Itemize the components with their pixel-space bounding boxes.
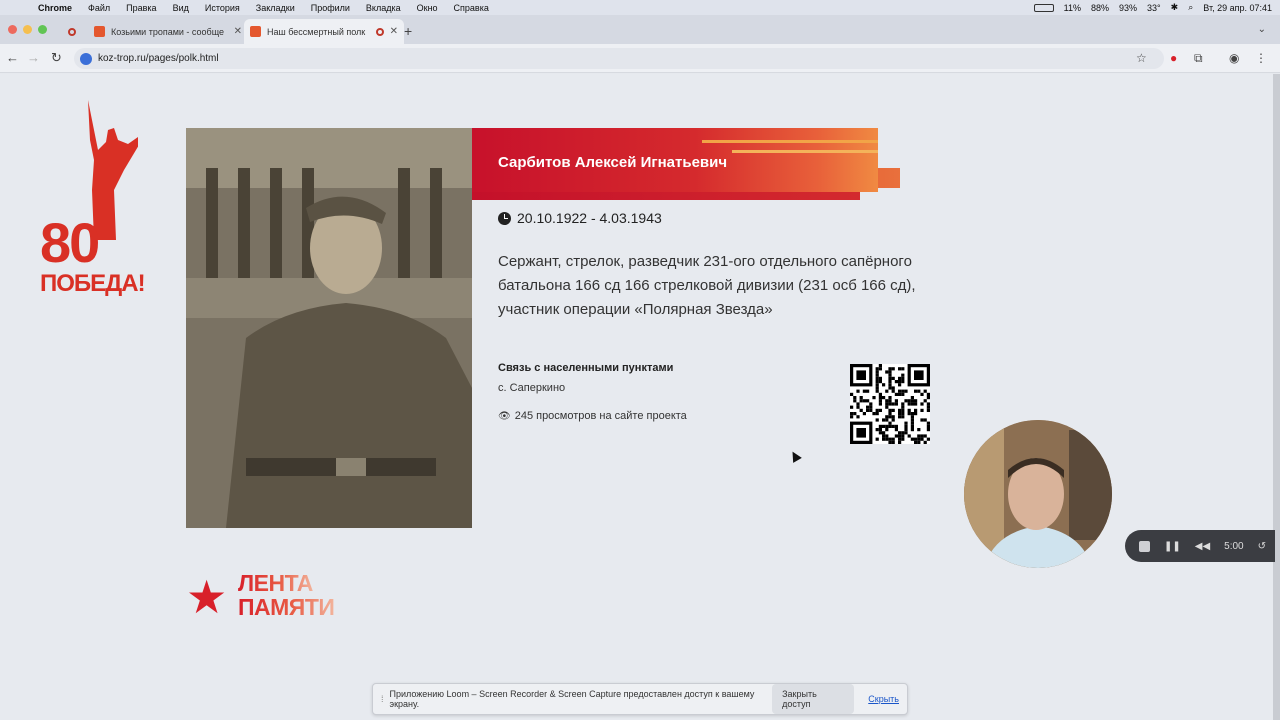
logo-word: ПОБЕДА! bbox=[40, 270, 146, 297]
site-favicon-icon bbox=[94, 26, 105, 37]
battery-status-1[interactable]: 88% bbox=[1091, 3, 1109, 13]
views-counter: 👁 245 просмотров на сайте проекта bbox=[498, 410, 687, 422]
red-star-icon: ★ bbox=[186, 571, 228, 623]
site-info-icon[interactable] bbox=[80, 52, 92, 65]
loom-webcam-bubble[interactable] bbox=[964, 420, 1112, 568]
pause-icon[interactable]: ❚❚ bbox=[1164, 541, 1181, 552]
lenta-logo-line1: ЛЕНТА bbox=[238, 570, 313, 596]
back-arrow-icon[interactable]: ← bbox=[6, 50, 19, 65]
menu-app-chrome[interactable]: Chrome bbox=[30, 3, 80, 13]
drag-handle-icon[interactable]: ⁞ bbox=[381, 694, 384, 704]
dates-text: 20.10.1922 - 4.03.1943 bbox=[517, 210, 662, 226]
display-icon[interactable] bbox=[1033, 3, 1054, 12]
minimize-window-button[interactable] bbox=[23, 25, 32, 34]
logo-number: 80 bbox=[40, 211, 100, 274]
settlement-link[interactable]: с. Саперкино bbox=[498, 382, 565, 394]
hide-link[interactable]: Скрыть bbox=[868, 694, 899, 704]
share-message: Приложению Loom – Screen Recorder & Scre… bbox=[389, 689, 755, 709]
menu-window[interactable]: Окно bbox=[409, 3, 446, 13]
soldier-photo-image bbox=[186, 128, 472, 528]
clock-datetime[interactable]: Вт, 29 апр. 07:41 bbox=[1203, 3, 1272, 13]
menu-file[interactable]: Файл bbox=[80, 3, 118, 13]
qr-code-image bbox=[850, 364, 930, 444]
menu-view[interactable]: Вид bbox=[165, 3, 197, 13]
tab-immortal-regiment[interactable]: Наш бессмертный полк ✕ bbox=[244, 19, 404, 44]
cpu-status[interactable]: 11% bbox=[1064, 3, 1081, 13]
menu-edit[interactable]: Правка bbox=[118, 3, 164, 13]
life-dates: 20.10.1922 - 4.03.1943 bbox=[498, 210, 662, 226]
tab-search-chevron-icon[interactable]: ⌄ bbox=[1258, 24, 1266, 35]
recording-icon bbox=[68, 27, 76, 36]
menu-help[interactable]: Справка bbox=[446, 3, 497, 13]
menu-bookmarks[interactable]: Закладки bbox=[248, 3, 303, 13]
restart-icon[interactable]: ↺ bbox=[1258, 541, 1266, 552]
reload-icon[interactable]: ↻ bbox=[51, 50, 62, 66]
menu-profiles[interactable]: Профили bbox=[303, 3, 358, 13]
search-icon[interactable]: ⌕ bbox=[1188, 2, 1193, 13]
stop-recording-button[interactable] bbox=[1139, 540, 1150, 552]
tab-koz-trop-community[interactable]: Козьими тропами - сообще ✕ bbox=[88, 19, 248, 44]
tab-title: Козьими тропами - сообще bbox=[111, 26, 225, 37]
address-bar[interactable]: koz-trop.ru/pages/polk.html bbox=[74, 48, 1164, 69]
zoom-window-button[interactable] bbox=[38, 25, 47, 34]
close-tab-icon[interactable]: ✕ bbox=[234, 26, 242, 37]
loom-timer: 5:00 bbox=[1224, 540, 1244, 552]
lenta-pamyati-logo[interactable]: ★ ЛЕНТА ПАМЯТИ bbox=[186, 570, 356, 623]
loom-recording-controls: ❚❚ ◀◀ 5:00 ↺ bbox=[1125, 530, 1275, 562]
forward-arrow-icon[interactable]: → bbox=[27, 50, 40, 65]
browser-toolbar: ← → ↻ koz-trop.ru/pages/polk.html ☆ ● ⧉ … bbox=[0, 44, 1280, 73]
new-tab-plus-icon[interactable]: + bbox=[404, 23, 412, 39]
rewind-icon[interactable]: ◀◀ bbox=[1195, 541, 1210, 552]
eye-icon: 👁 bbox=[498, 410, 511, 422]
macos-menu-bar: Chrome Файл Правка Вид История Закладки … bbox=[0, 0, 1280, 15]
screen-share-notification: ⁞ Приложению Loom – Screen Recorder & Sc… bbox=[372, 683, 908, 715]
stop-sharing-button[interactable]: Закрыть доступ bbox=[772, 684, 855, 714]
menu-tab[interactable]: Вкладка bbox=[358, 3, 409, 13]
clock-icon bbox=[498, 211, 511, 225]
bluetooth-icon[interactable]: ✱ bbox=[1171, 2, 1179, 13]
more-menu-icon[interactable]: ⋮ bbox=[1255, 51, 1267, 65]
webcam-image bbox=[964, 420, 1112, 568]
person-name: Сарбитов Алексей Игнатьевич bbox=[498, 154, 728, 171]
settlements-heading: Связь с населенными пунктами bbox=[498, 362, 674, 374]
status-area: 11% 88% 93% 33° ✱ ⌕ Вт, 29 апр. 07:41 bbox=[1033, 0, 1272, 15]
name-banner: Сарбитов Алексей Игнатьевич bbox=[472, 128, 900, 200]
recording-icon bbox=[375, 27, 384, 36]
browser-tab-strip: Козьими тропами - сообще ✕ Наш бессмертн… bbox=[0, 15, 1280, 44]
extension-record-icon[interactable]: ● bbox=[1170, 51, 1177, 65]
url-text[interactable]: koz-trop.ru/pages/polk.html bbox=[98, 53, 219, 64]
tab-title: Наш бессмертный полк bbox=[267, 26, 366, 37]
views-text: 245 просмотров на сайте проекта bbox=[514, 410, 687, 422]
qr-code bbox=[850, 364, 930, 444]
extensions-puzzle-icon[interactable]: ⧉ bbox=[1194, 51, 1203, 66]
person-bio: Сержант, стрелок, разведчик 231-ого отде… bbox=[498, 253, 916, 318]
temperature-status[interactable]: 33° bbox=[1147, 3, 1161, 13]
site-favicon-icon bbox=[250, 26, 261, 37]
window-controls bbox=[8, 25, 47, 34]
recording-indicator-tab[interactable] bbox=[60, 19, 86, 44]
lenta-logo-line2: ПАМЯТИ bbox=[238, 594, 335, 620]
soldier-photo bbox=[186, 128, 472, 528]
victory-80-logo: 80 ПОБЕДА! bbox=[40, 100, 146, 300]
profile-avatar-icon[interactable]: ◉ bbox=[1229, 51, 1239, 65]
close-window-button[interactable] bbox=[8, 25, 17, 34]
battery-status-2[interactable]: 93% bbox=[1119, 3, 1137, 13]
menu-history[interactable]: История bbox=[197, 3, 248, 13]
page-scrollbar[interactable] bbox=[1273, 74, 1280, 720]
close-tab-icon[interactable]: ✕ bbox=[390, 26, 398, 37]
bookmark-star-icon[interactable]: ☆ bbox=[1136, 51, 1147, 65]
